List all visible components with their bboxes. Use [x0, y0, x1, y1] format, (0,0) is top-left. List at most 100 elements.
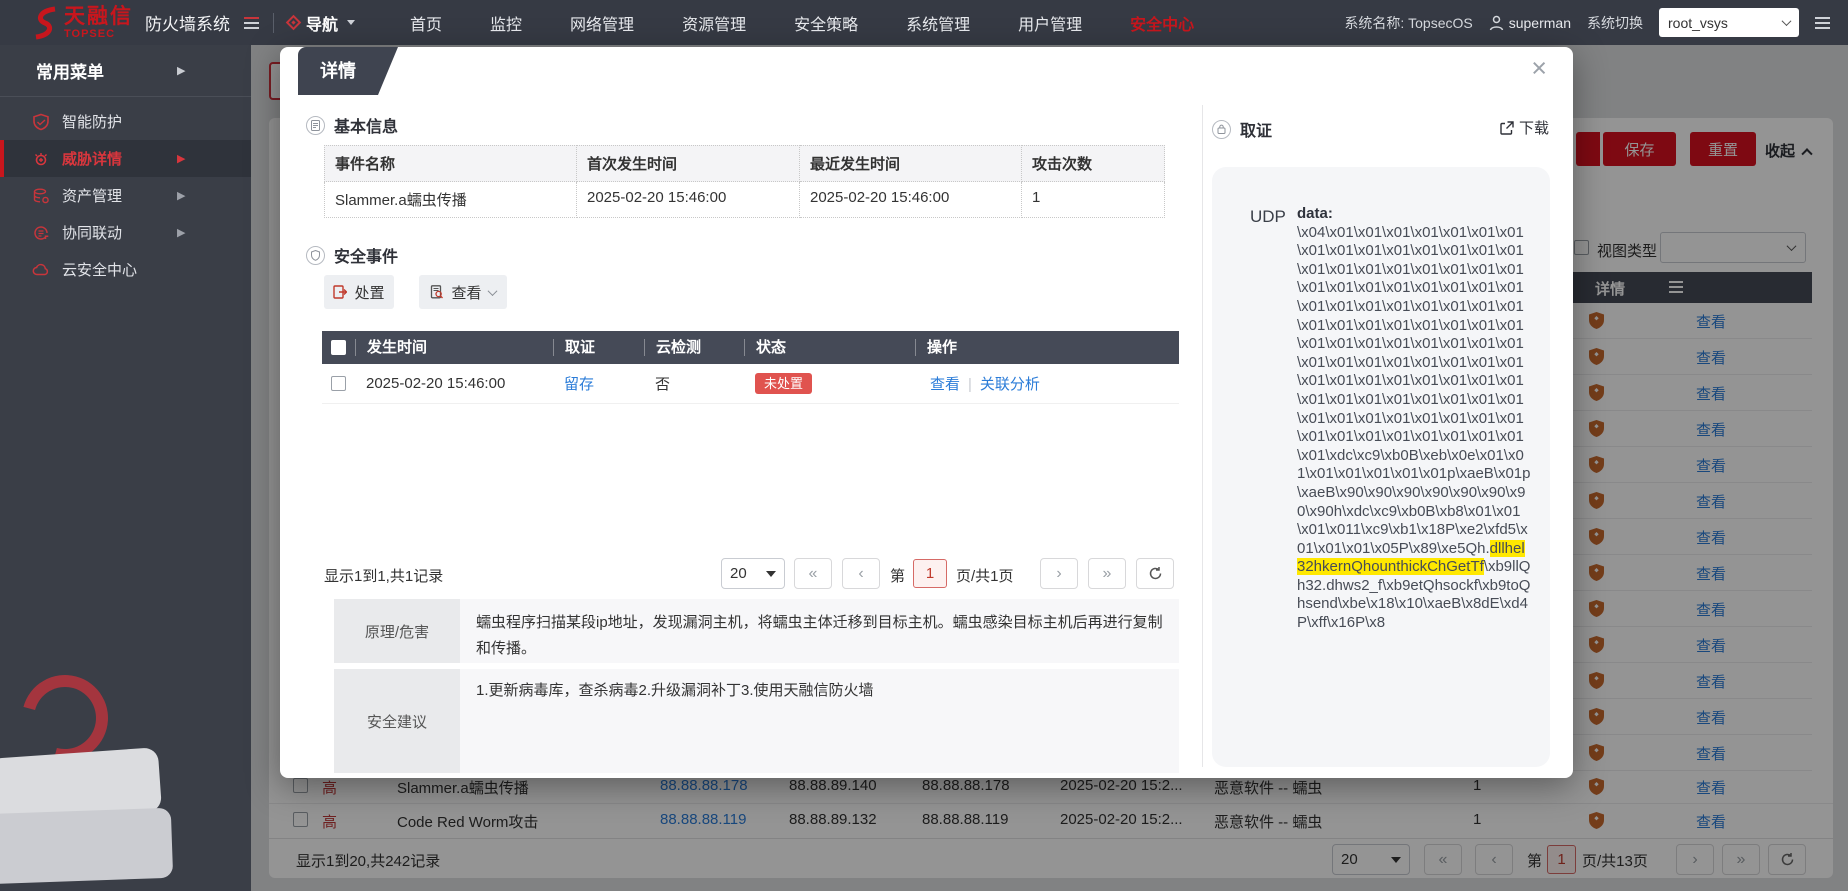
sidebar-item-label: 资产管理	[62, 185, 122, 206]
shield-circle-icon	[306, 246, 325, 265]
sidebar-item-label: 智能防护	[62, 111, 122, 132]
advice-text: 1.更新病毒库，查杀病毒2.升级漏洞补丁3.使用天融信防火墙	[460, 669, 1179, 773]
vsys-select[interactable]: root_vsys	[1659, 8, 1799, 37]
system-name-label: 系统名称: TopsecOS	[1344, 13, 1472, 33]
col-header: 操作	[915, 339, 1179, 356]
select-arrow-icon	[766, 571, 776, 577]
basic-info-section-header: 基本信息	[306, 113, 398, 137]
modal-title-tab: 详情	[298, 47, 398, 95]
page-prefix: 第	[890, 565, 905, 586]
arrow-right-icon: ▶	[177, 64, 185, 77]
logo-swirl-icon	[28, 6, 60, 40]
nav-label: 导航	[306, 11, 338, 35]
list-menu-icon[interactable]	[1815, 14, 1830, 32]
forensics-panel: UDP data: \x04\x01\x01\x01\x01\x01\x01\x…	[1212, 167, 1550, 767]
mascot-graphic	[0, 675, 192, 891]
col-header: 首次发生时间	[577, 145, 800, 182]
menu-item-network[interactable]: 网络管理	[570, 11, 634, 35]
top-navigation-bar: 天融信 TOPSEC 防火墙系统 导航 首页 监控 网络管理 资源管理 安全策略…	[0, 0, 1848, 45]
attack-count: 1	[1022, 182, 1165, 218]
nav-dropdown[interactable]: 导航	[288, 11, 355, 35]
data-label: data:	[1297, 205, 1333, 222]
menu-item-security-center[interactable]: 安全中心	[1130, 11, 1194, 35]
sidebar-item-coordination[interactable]: 协同联动 ▶	[0, 214, 251, 251]
col-header: 攻击次数	[1022, 145, 1165, 182]
menu-item-resource[interactable]: 资源管理	[682, 11, 746, 35]
caret-down-icon	[347, 20, 355, 25]
pages-total-label: 页/共1页	[956, 565, 1014, 586]
menu-item-user[interactable]: 用户管理	[1018, 11, 1082, 35]
forensics-section-header: 取证	[1212, 117, 1272, 141]
forensic-link[interactable]: 留存	[564, 376, 594, 393]
dispose-button[interactable]: 处置	[324, 275, 394, 309]
table-row: Slammer.a蠕虫传播 2025-02-20 15:46:00 2025-0…	[324, 182, 1165, 218]
logo-text-cn: 天融信	[64, 6, 133, 27]
download-link[interactable]: 下载	[1500, 117, 1549, 138]
col-header: 发生时间	[355, 339, 553, 356]
sidebar-item-cloud-security[interactable]: 云安全中心	[0, 251, 251, 288]
view-dropdown-button[interactable]: 查看	[419, 275, 507, 309]
correlation-link[interactable]: 关联分析	[980, 376, 1040, 393]
close-icon[interactable]: ×	[1531, 55, 1547, 82]
page-size-select[interactable]: 20	[721, 558, 785, 589]
next-page-button[interactable]: ›	[1040, 558, 1078, 589]
sidebar-item-smart-protect[interactable]: 智能防护	[0, 103, 251, 140]
sidebar-item-label: 云安全中心	[62, 259, 137, 280]
col-header: 状态	[744, 339, 915, 356]
menu-item-home[interactable]: 首页	[410, 11, 442, 35]
arrow-right-icon: ▶	[177, 189, 185, 202]
col-header: 取证	[553, 339, 644, 356]
col-header: 云检测	[644, 339, 744, 356]
row-checkbox[interactable]	[331, 376, 346, 391]
database-gear-icon	[32, 187, 50, 205]
user-account[interactable]: superman	[1489, 15, 1571, 31]
download-icon	[1500, 121, 1514, 135]
event-name: Slammer.a蠕虫传播	[324, 182, 577, 218]
principle-block: 原理/危害 蠕虫程序扫描某段ip地址，发现漏洞主机，将蠕虫主体迁移到目标主机。蠕…	[334, 599, 1179, 663]
sidebar-section-header[interactable]: 常用菜单 ▶	[0, 45, 251, 97]
last-page-button[interactable]: »	[1088, 558, 1126, 589]
security-events-table: 发生时间 取证 云检测 状态 操作 2025-02-20 15:46:00 留存…	[322, 331, 1179, 404]
event-time: 2025-02-20 15:46:00	[355, 375, 553, 392]
record-summary: 显示1到1,共1记录	[324, 565, 443, 586]
lock-icon	[1212, 120, 1231, 139]
detail-modal: 详情 × 基本信息 事件名称 首次发生时间 最近发生时间 攻击次数 Slamme…	[280, 47, 1573, 778]
download-label: 下载	[1519, 117, 1549, 138]
principle-label: 原理/危害	[334, 599, 460, 663]
document-icon	[306, 116, 325, 135]
view-doc-icon	[430, 285, 444, 299]
section-title: 基本信息	[334, 113, 398, 137]
menu-item-system[interactable]: 系统管理	[906, 11, 970, 35]
sidebar-item-label: 威胁详情	[62, 148, 122, 169]
username: superman	[1509, 15, 1571, 31]
view-link[interactable]: 查看	[930, 376, 960, 393]
modal-title: 详情	[320, 61, 356, 81]
menu-item-monitor[interactable]: 监控	[490, 11, 522, 35]
arrow-right-icon: ▶	[177, 152, 185, 165]
col-header: 最近发生时间	[800, 145, 1022, 182]
first-page-button[interactable]: «	[794, 558, 832, 589]
section-title: 安全事件	[334, 243, 398, 267]
dispose-label: 处置	[354, 282, 384, 303]
chevron-down-icon	[487, 286, 497, 296]
table-row: 2025-02-20 15:46:00 留存 否 未处置 查看|关联分析	[322, 364, 1179, 404]
sidebar-item-threat-detail[interactable]: 威胁详情 ▶	[0, 140, 251, 177]
current-page-box[interactable]: 1	[913, 559, 947, 588]
refresh-button[interactable]	[1136, 558, 1174, 589]
vsys-value: root_vsys	[1668, 15, 1728, 31]
cloud-icon	[32, 261, 50, 279]
nav-diamond-icon	[286, 15, 302, 31]
last-time: 2025-02-20 15:46:00	[800, 182, 1022, 218]
divider	[273, 13, 274, 33]
sidebar-item-asset-mgmt[interactable]: 资产管理 ▶	[0, 177, 251, 214]
security-events-section-header: 安全事件	[306, 243, 398, 267]
menu-toggle-icon[interactable]	[244, 14, 259, 32]
section-title: 取证	[1240, 117, 1272, 141]
select-all-checkbox[interactable]	[331, 340, 346, 355]
prev-page-button[interactable]: ‹	[842, 558, 880, 589]
bug-alert-icon	[32, 150, 50, 168]
sidebar: 常用菜单 ▶ 智能防护 威胁详情 ▶ 资产管理 ▶ 协同联动 ▶ 云安全中心	[0, 45, 251, 891]
status-badge: 未处置	[755, 373, 812, 394]
sidebar-section-label: 常用菜单	[36, 58, 104, 83]
menu-item-policy[interactable]: 安全策略	[794, 11, 858, 35]
